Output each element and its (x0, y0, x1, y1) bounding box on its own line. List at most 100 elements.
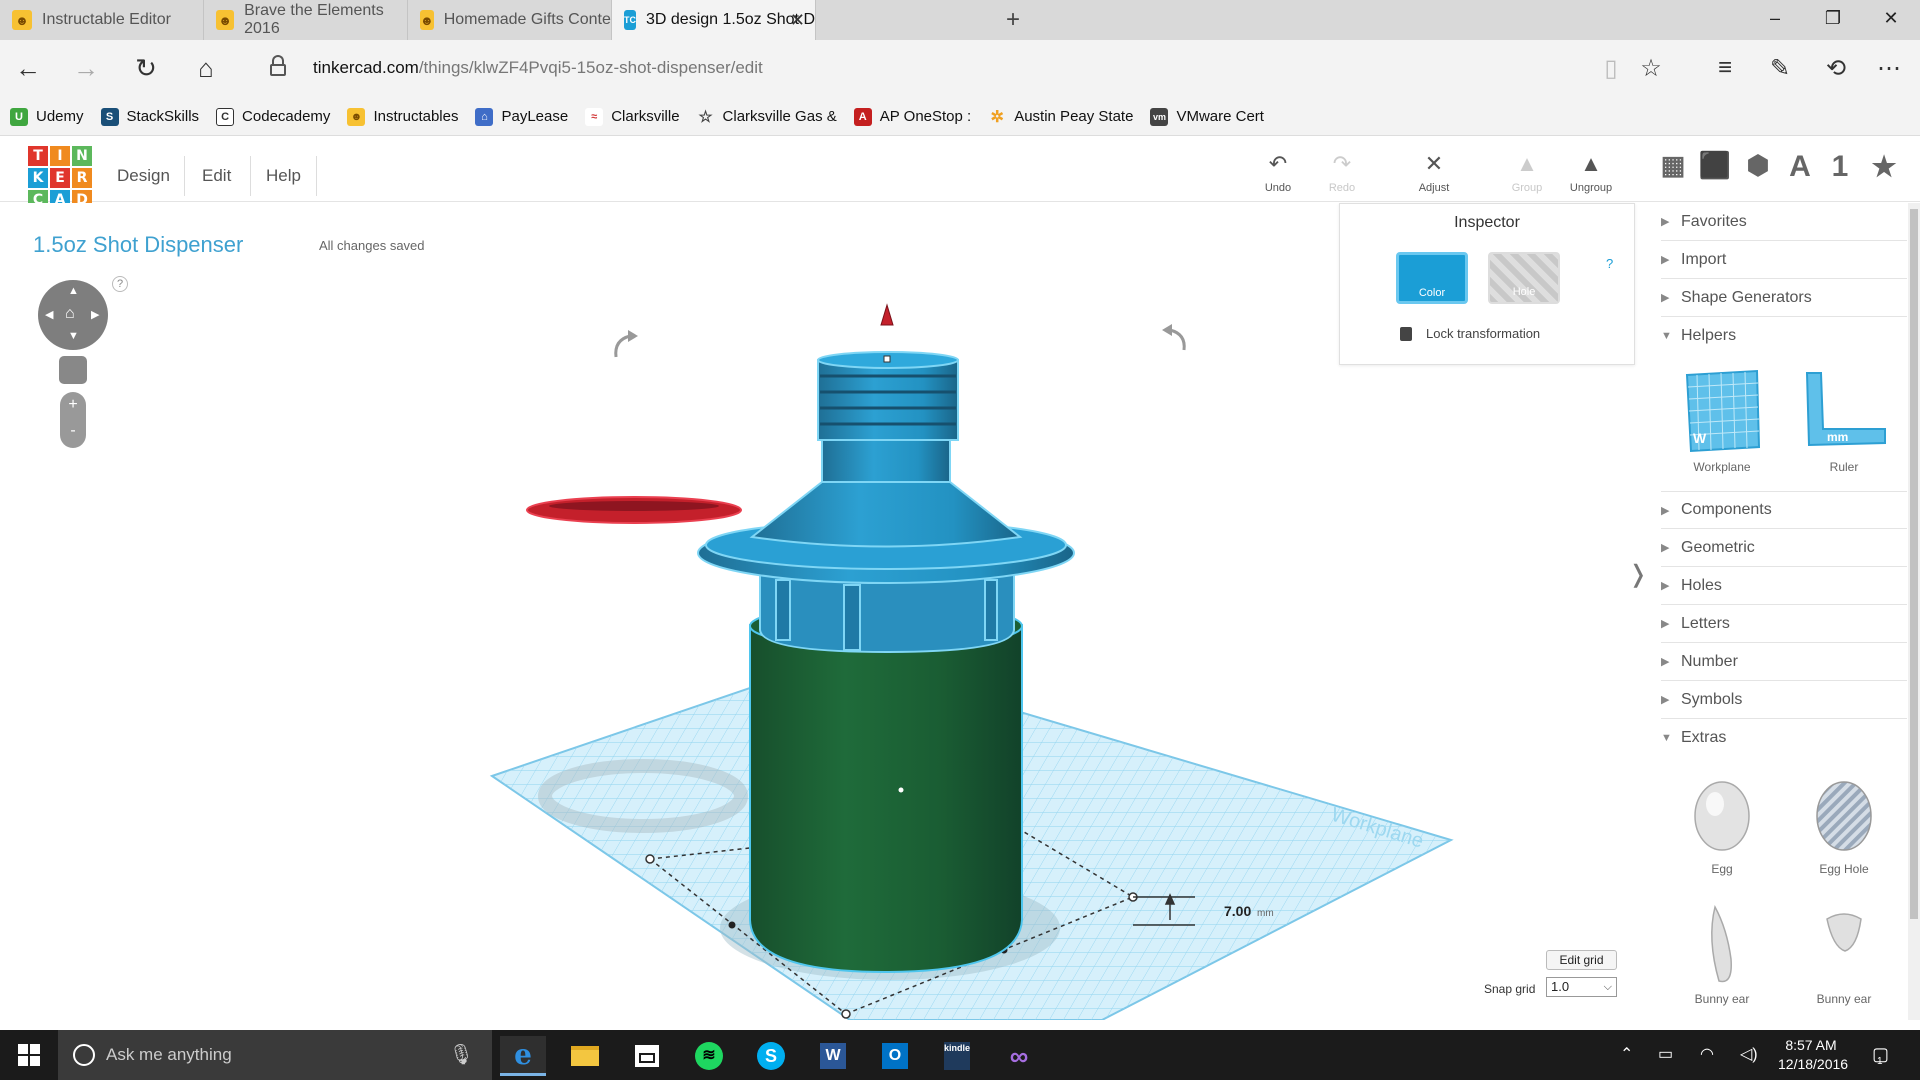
category-symbols[interactable]: ▶ Symbols (1661, 681, 1907, 719)
forward-arrow-icon[interactable]: → (68, 53, 104, 84)
orbit-control[interactable]: ▲ ▼ ◀ ▶ ⌂ (38, 280, 108, 350)
design-title[interactable]: 1.5oz Shot Dispenser (33, 232, 243, 258)
wireframe-view-icon[interactable]: ⬢ (1738, 150, 1778, 181)
browser-tab[interactable]: ☻ Brave the Elements 2016 (204, 0, 408, 40)
more-options-icon[interactable]: ⋯ (1872, 54, 1906, 83)
visual-studio-icon[interactable]: ∞ (996, 1036, 1042, 1076)
reading-view-icon[interactable]: ▯ (1594, 54, 1628, 83)
browser-tab[interactable]: ☻ Homemade Gifts Contest 2( (408, 0, 612, 40)
file-explorer-icon[interactable] (562, 1036, 608, 1076)
hole-swatch-button[interactable]: Hole (1488, 252, 1560, 304)
sidebar-collapse-chevron-icon[interactable]: ❭ (1628, 560, 1648, 610)
category-favorites[interactable]: ▶ Favorites (1661, 203, 1907, 241)
top-handle[interactable] (883, 355, 891, 363)
cortana-search-box[interactable]: Ask me anything 🎙 (58, 1030, 492, 1080)
favorite-link[interactable]: S StackSkills (100, 107, 199, 126)
box-view-icon[interactable]: ⬛ (1695, 150, 1735, 181)
tinkercad-logo[interactable]: T I N K E R C A D (28, 146, 92, 210)
dimension-value[interactable]: 7.00 (1224, 903, 1251, 919)
category-number[interactable]: ▶ Number (1661, 643, 1907, 681)
orbit-left-icon[interactable]: ◀ (45, 308, 53, 321)
refresh-icon[interactable]: ↻ (128, 53, 164, 84)
shape-bunny-ear[interactable]: Bunny ear (1667, 899, 1777, 1006)
resize-handle[interactable] (728, 921, 736, 929)
shape-egg[interactable]: Egg (1667, 769, 1777, 876)
menu-design[interactable]: Design (117, 166, 170, 186)
category-shape-generators[interactable]: ▶ Shape Generators (1661, 279, 1907, 317)
home-icon[interactable]: ⌂ (188, 53, 224, 84)
edge-browser-icon[interactable]: e (500, 1036, 546, 1076)
outlook-icon[interactable]: O (872, 1036, 918, 1076)
inspector-help-icon[interactable]: ? (1606, 256, 1613, 271)
resize-handle[interactable] (645, 854, 655, 864)
adjust-button[interactable]: ✕ Adjust (1402, 152, 1466, 195)
wifi-icon[interactable]: ◠ (1700, 1044, 1714, 1064)
nav-help-icon[interactable]: ? (112, 276, 128, 292)
zoom-control[interactable]: + - (60, 392, 86, 448)
battery-icon[interactable]: ▭ (1658, 1044, 1673, 1064)
helper-workplane[interactable]: W Workplane (1667, 367, 1777, 474)
clock[interactable]: 8:57 AM 12/18/2016 (1778, 1036, 1848, 1074)
sidebar-scrollbar[interactable] (1908, 203, 1920, 1020)
close-window-icon[interactable]: ✕ (1876, 8, 1906, 29)
minimize-icon[interactable]: – (1760, 8, 1790, 29)
action-center-icon[interactable]: ▢1 (1872, 1044, 1895, 1067)
browser-tab[interactable]: ☻ Instructable Editor (0, 0, 204, 40)
back-arrow-icon[interactable]: ← (10, 53, 46, 84)
lock-transformation-toggle[interactable]: Lock transformation (1400, 326, 1540, 341)
store-icon[interactable] (624, 1036, 670, 1076)
home-view-icon[interactable]: ⌂ (65, 305, 75, 323)
browser-tab-active[interactable]: TC 3D design 1.5oz Shot D ✕ (612, 0, 816, 40)
share-icon[interactable]: ⟲ (1819, 54, 1853, 83)
shape-egg-hole[interactable]: Egg Hole (1789, 769, 1899, 876)
maximize-icon[interactable]: ❐ (1818, 8, 1848, 29)
scrollbar-thumb[interactable] (1910, 209, 1918, 919)
favorite-link[interactable]: ☻ Instructables (347, 107, 458, 126)
volume-icon[interactable]: ◁) (1740, 1044, 1758, 1064)
orbit-up-icon[interactable]: ▲ (68, 285, 79, 297)
color-swatch-button[interactable]: Color (1396, 252, 1468, 304)
category-extras[interactable]: ▼ Extras (1661, 719, 1907, 757)
favorite-link[interactable]: ✲ Austin Peay State (988, 108, 1134, 126)
ungroup-button[interactable]: ▲ Ungroup (1559, 152, 1623, 195)
favorite-link[interactable]: ☆ Clarksville Gas & (697, 108, 836, 126)
kindle-icon[interactable]: kindle (934, 1036, 980, 1076)
edit-grid-button[interactable]: Edit grid (1546, 950, 1617, 970)
redo-button[interactable]: ↷ Redo (1310, 152, 1374, 195)
hub-icon[interactable]: ≡ (1708, 54, 1742, 82)
windows-start-icon[interactable] (18, 1044, 40, 1066)
text-icon[interactable]: A (1780, 150, 1820, 184)
favorite-link[interactable]: U Udemy (10, 107, 84, 126)
favorite-link[interactable]: C Codecademy (216, 107, 330, 126)
red-ring-shape[interactable] (526, 496, 742, 524)
word-icon[interactable]: W (810, 1036, 856, 1076)
rotate-left-arrow[interactable] (614, 334, 631, 358)
menu-edit[interactable]: Edit (202, 166, 231, 186)
category-components[interactable]: ▶ Components (1661, 491, 1907, 529)
microphone-icon[interactable]: 🎙 (449, 1042, 474, 1067)
fit-view-cube-icon[interactable] (59, 356, 87, 384)
skype-icon[interactable]: S (748, 1036, 794, 1076)
lift-arrow[interactable] (880, 303, 894, 326)
category-holes[interactable]: ▶ Holes (1661, 567, 1907, 605)
green-cylinder-shape[interactable] (749, 603, 1023, 974)
number-icon[interactable]: 1 (1820, 150, 1860, 184)
undo-button[interactable]: ↶ Undo (1246, 152, 1310, 195)
favorite-link[interactable]: vm VMware Cert (1150, 107, 1264, 126)
url-field[interactable]: tinkercad.com/things/klwZF4Pvqi5-15oz-sh… (313, 58, 763, 78)
favorite-link[interactable]: ⌂ PayLease (475, 107, 568, 126)
rotate-right-arrow[interactable] (1169, 328, 1186, 351)
snap-grid-select[interactable]: 1.0 ⌵ (1546, 977, 1617, 997)
new-tab-button[interactable]: + (1006, 6, 1020, 34)
blue-dispenser-top-shape[interactable] (697, 351, 1075, 654)
menu-help[interactable]: Help (266, 166, 301, 186)
close-tab-icon[interactable]: ✕ (790, 10, 805, 31)
group-button[interactable]: ▲ Group (1495, 152, 1559, 195)
spotify-icon[interactable]: ≋ (686, 1036, 732, 1076)
zoom-out-icon[interactable]: - (60, 418, 86, 444)
orbit-down-icon[interactable]: ▼ (68, 330, 79, 342)
resize-handle[interactable] (841, 1009, 851, 1019)
category-helpers[interactable]: ▼ Helpers (1661, 317, 1907, 355)
category-geometric[interactable]: ▶ Geometric (1661, 529, 1907, 567)
helper-ruler[interactable]: mm Ruler (1789, 367, 1899, 474)
